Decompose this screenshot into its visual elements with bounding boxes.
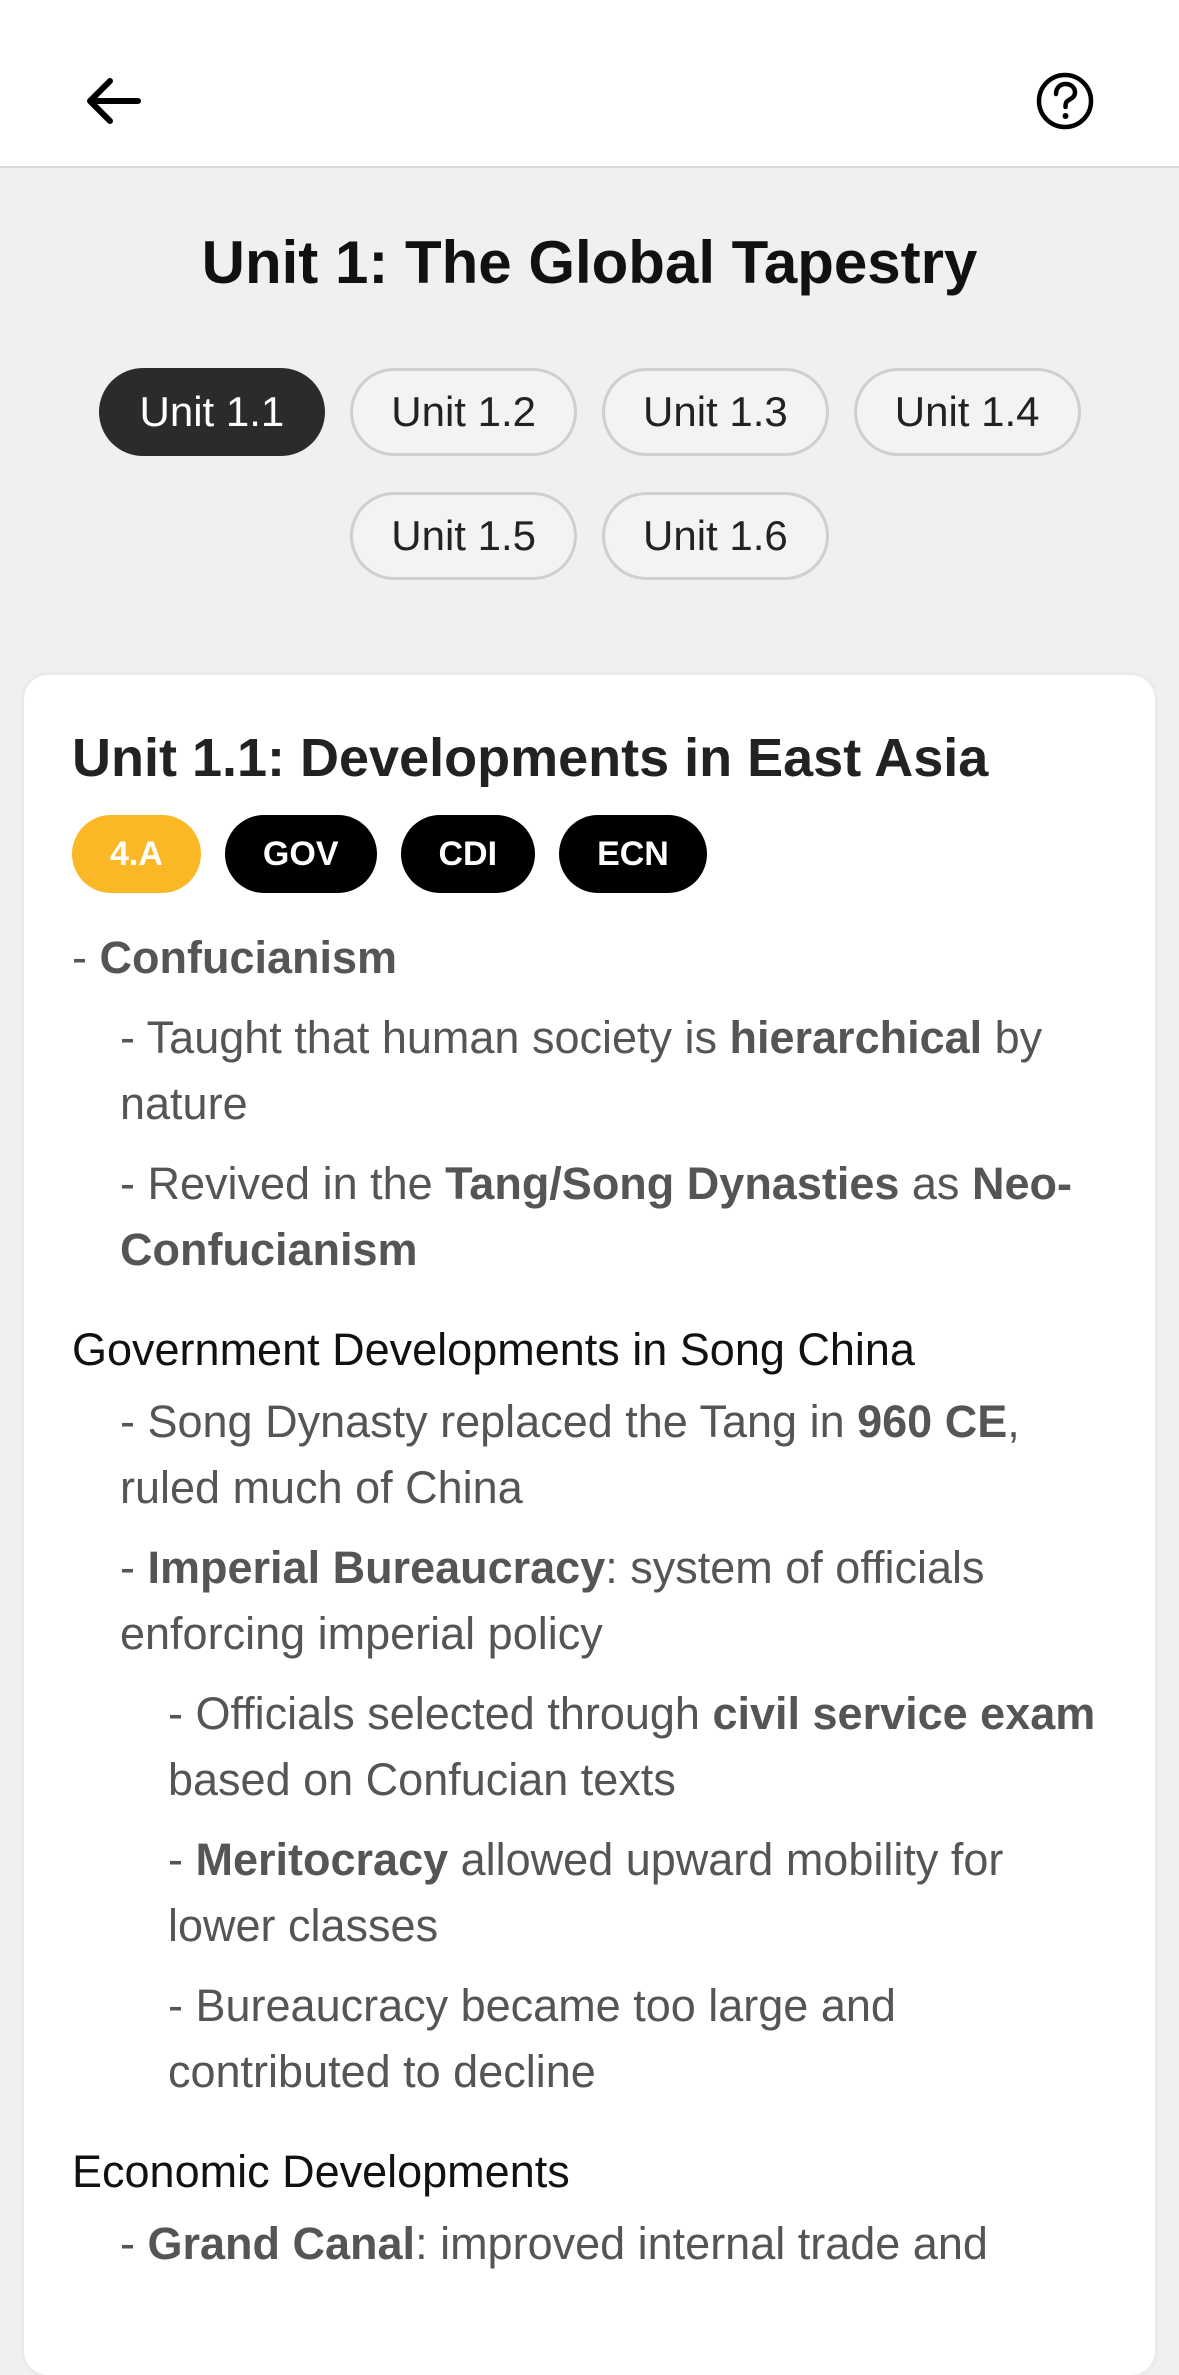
note-text: - Revived in the [120, 1158, 446, 1210]
note-line: - Bureaucracy became too large and contr… [168, 1980, 896, 2098]
unit-chip-1-3[interactable]: Unit 1.3 [602, 368, 829, 456]
unit-content-card: Unit 1.1: Developments in East Asia 4.A … [24, 675, 1155, 2375]
help-button[interactable] [1025, 61, 1105, 141]
card-title: Unit 1.1: Developments in East Asia [72, 728, 989, 788]
note-line: - Confucianism [72, 925, 1112, 991]
tag-badge: 4.A [72, 815, 201, 894]
unit-chip-1-5[interactable]: Unit 1.5 [350, 492, 577, 580]
note-line: - Imperial Bureaucracy: system of offici… [120, 1535, 1112, 1667]
note-line: - Grand Canal: improved internal trade a… [120, 2211, 1112, 2277]
unit-chip-1-6[interactable]: Unit 1.6 [602, 492, 829, 580]
note-bold: hierarchical [729, 1012, 983, 1064]
tag-badge: ECN [559, 815, 707, 894]
note-text: based on Confucian texts [168, 1754, 676, 1806]
note-text: - Officials selected through [168, 1688, 713, 1740]
note-bold: 960 CE [857, 1396, 1008, 1448]
note-line: - Taught that human society is hierarchi… [120, 1005, 1112, 1137]
unit-chip-row: Unit 1.1 Unit 1.2 Unit 1.3 Unit 1.4 [0, 368, 1179, 456]
back-button[interactable] [73, 61, 153, 141]
note-line: - Meritocracy allowed upward mobility fo… [168, 1827, 1112, 1959]
note-text: : improved internal trade and [415, 2218, 988, 2270]
page-title: Unit 1: The Global Tapestry [201, 229, 978, 296]
tag-list: 4.A GOV CDI ECN [72, 815, 1112, 894]
note-bold: Grand Canal [147, 2218, 416, 2270]
tag-badge: GOV [224, 815, 377, 894]
note-bold: civil service exam [712, 1688, 1096, 1740]
note-text: as [899, 1158, 972, 1210]
unit-chip-1-2[interactable]: Unit 1.2 [350, 368, 577, 456]
unit-chip-1-4[interactable]: Unit 1.4 [853, 368, 1081, 456]
note-text: - [120, 1542, 148, 1594]
note-text: - Song Dynasty replaced the Tang in [120, 1396, 858, 1448]
tag-badge: CDI [400, 815, 536, 894]
note-bold: Confucianism [99, 932, 398, 984]
note-line: - Revived in the Tang/Song Dynasties as … [120, 1151, 1112, 1283]
notes-body: - Confucianism - Taught that human socie… [72, 925, 1112, 2277]
note-line: - Officials selected through civil servi… [168, 1681, 1112, 1813]
arrow-left-icon [87, 78, 141, 124]
unit-chip-1-1[interactable]: Unit 1.1 [98, 368, 326, 456]
section-heading: Government Developments in Song China [72, 1324, 915, 1376]
top-bar [0, 0, 1179, 168]
note-text: - [168, 1834, 196, 1886]
note-bold: Tang/Song Dynasties [445, 1158, 900, 1210]
note-text: - [120, 2218, 148, 2270]
note-line: - Song Dynasty replaced the Tang in 960 … [120, 1389, 1112, 1521]
note-bold: Meritocracy [195, 1834, 449, 1886]
section-heading: Economic Developments [72, 2146, 570, 2198]
note-text: - Taught that human society is [120, 1012, 730, 1064]
note-text: - [72, 932, 100, 984]
note-bold: Imperial Bureaucracy [147, 1542, 606, 1594]
unit-chip-row: Unit 1.5 Unit 1.6 [0, 492, 1179, 580]
question-circle-icon [1036, 72, 1094, 130]
